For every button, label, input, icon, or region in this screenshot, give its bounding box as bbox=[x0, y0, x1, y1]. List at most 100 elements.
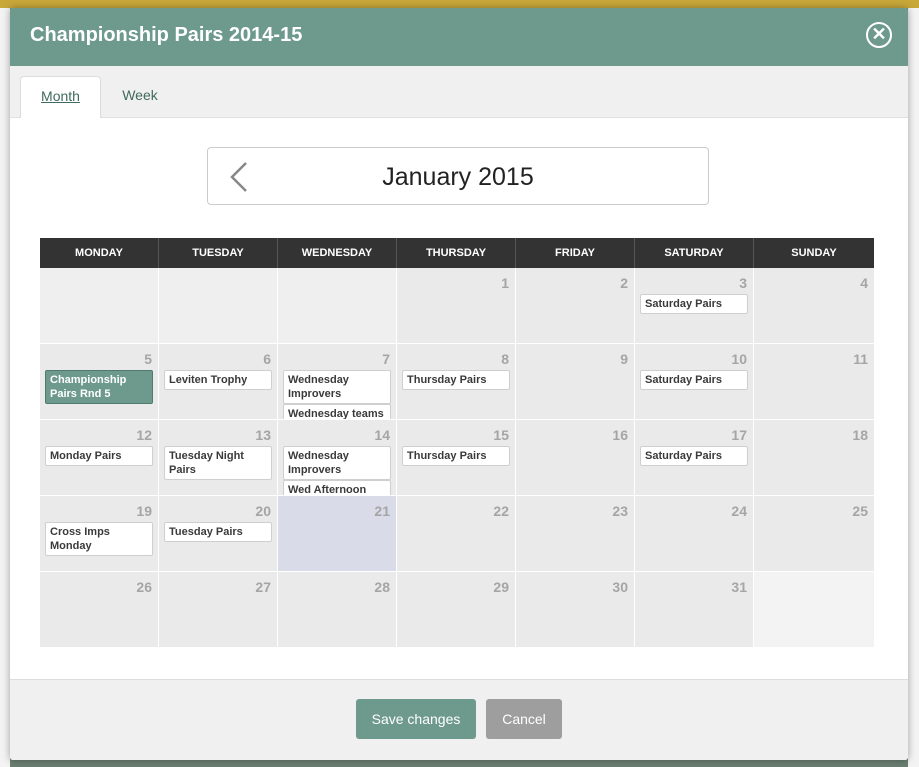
cancel-button[interactable]: Cancel bbox=[486, 699, 562, 739]
day-number: 18 bbox=[852, 427, 868, 443]
calendar-event[interactable]: Thursday Pairs bbox=[402, 446, 510, 466]
day-number: 30 bbox=[612, 579, 628, 595]
calendar-day-cell[interactable]: 14 Wednesday Improvers Wed Afternoon bbox=[278, 420, 397, 496]
day-number: 21 bbox=[374, 503, 390, 519]
view-tabs: Month Week bbox=[10, 66, 908, 118]
save-changes-button[interactable]: Save changes bbox=[356, 699, 476, 739]
tab-month[interactable]: Month bbox=[20, 76, 101, 118]
calendar-day-cell[interactable]: 6 Leviten Trophy bbox=[159, 344, 278, 420]
calendar-day-cell[interactable]: 16 bbox=[516, 420, 635, 496]
calendar-day-cell[interactable] bbox=[40, 268, 159, 344]
calendar-day-cell[interactable]: 19 Cross Imps Monday bbox=[40, 496, 159, 572]
calendar-day-cell[interactable]: 5 Championship Pairs Rnd 5 bbox=[40, 344, 159, 420]
day-number: 1 bbox=[501, 275, 509, 291]
calendar-day-cell[interactable]: 15 Thursday Pairs bbox=[397, 420, 516, 496]
day-number: 15 bbox=[493, 427, 509, 443]
day-number: 3 bbox=[739, 275, 747, 291]
calendar-day-cell[interactable]: 31 bbox=[635, 572, 754, 648]
modal-header: Championship Pairs 2014-15 ✕ bbox=[10, 8, 908, 66]
day-number: 13 bbox=[255, 427, 271, 443]
calendar-day-cell[interactable]: 12 Monday Pairs bbox=[40, 420, 159, 496]
day-number: 24 bbox=[731, 503, 747, 519]
calendar-day-cell[interactable]: 4 bbox=[754, 268, 874, 344]
calendar-day-cell[interactable]: 30 bbox=[516, 572, 635, 648]
calendar-event[interactable]: Tuesday Night Pairs bbox=[164, 446, 272, 480]
day-number: 23 bbox=[612, 503, 628, 519]
calendar-event[interactable]: Thursday Pairs bbox=[402, 370, 510, 390]
day-number: 2 bbox=[620, 275, 628, 291]
calendar-day-cell[interactable]: 7 Wednesday Improvers Wednesday teams bbox=[278, 344, 397, 420]
calendar-event[interactable]: Tuesday Pairs bbox=[164, 522, 272, 542]
calendar-week-row: 12 Monday Pairs 13 Tuesday Night Pairs 14 Wed… bbox=[40, 420, 879, 496]
calendar-day-cell[interactable]: 17 Saturday Pairs bbox=[635, 420, 754, 496]
calendar-day-cell[interactable]: 29 bbox=[397, 572, 516, 648]
weekday-label: MONDAY bbox=[40, 238, 159, 268]
weekday-header: MONDAY TUESDAY WEDNESDAY THURSDAY FRIDAY… bbox=[40, 238, 879, 268]
calendar-day-cell[interactable]: 24 bbox=[635, 496, 754, 572]
background-banner bbox=[0, 0, 919, 8]
calendar-event[interactable]: Wednesday Improvers bbox=[283, 370, 391, 404]
month-navigator: January 2015 bbox=[207, 147, 709, 205]
tab-week[interactable]: Week bbox=[110, 76, 170, 117]
calendar-day-cell[interactable]: 21 bbox=[278, 496, 397, 572]
day-number: 25 bbox=[852, 503, 868, 519]
calendar-event[interactable]: Wed Afternoon bbox=[283, 480, 391, 495]
calendar-day-cell[interactable]: 28 bbox=[278, 572, 397, 648]
calendar-day-cell[interactable]: 11 bbox=[754, 344, 874, 420]
calendar-day-cell[interactable]: 13 Tuesday Night Pairs bbox=[159, 420, 278, 496]
calendar-day-cell[interactable]: 2 bbox=[516, 268, 635, 344]
day-number: 7 bbox=[382, 351, 390, 367]
background-page-left bbox=[0, 8, 10, 767]
calendar-day-cell[interactable]: 27 bbox=[159, 572, 278, 648]
day-number: 16 bbox=[612, 427, 628, 443]
day-number: 11 bbox=[853, 351, 868, 367]
calendar-event[interactable]: Leviten Trophy bbox=[164, 370, 272, 390]
weekday-label: WEDNESDAY bbox=[278, 238, 397, 268]
day-number: 12 bbox=[136, 427, 152, 443]
calendar-day-cell[interactable] bbox=[278, 268, 397, 344]
calendar-event[interactable]: Saturday Pairs bbox=[640, 370, 748, 390]
month-calendar: MONDAY TUESDAY WEDNESDAY THURSDAY FRIDAY… bbox=[40, 238, 879, 648]
calendar-day-cell[interactable]: 10 Saturday Pairs bbox=[635, 344, 754, 420]
day-number: 29 bbox=[493, 579, 509, 595]
modal-title: Championship Pairs 2014-15 bbox=[30, 24, 303, 46]
day-number: 28 bbox=[374, 579, 390, 595]
calendar-grid: 1 2 3 Saturday Pairs 4 5 Championship Pairs Rn… bbox=[40, 268, 879, 648]
day-number: 4 bbox=[860, 275, 868, 291]
day-number: 20 bbox=[255, 503, 271, 519]
calendar-week-row: 19 Cross Imps Monday 20 Tuesday Pairs 21 22 23… bbox=[40, 496, 879, 572]
calendar-day-cell[interactable] bbox=[159, 268, 278, 344]
day-number: 22 bbox=[493, 503, 509, 519]
day-number: 17 bbox=[731, 427, 747, 443]
calendar-event[interactable]: Wednesday Improvers bbox=[283, 446, 391, 480]
calendar-day-cell[interactable]: 1 bbox=[397, 268, 516, 344]
weekday-label: FRIDAY bbox=[516, 238, 635, 268]
day-number: 31 bbox=[731, 579, 747, 595]
calendar-event[interactable]: Wednesday teams bbox=[283, 404, 391, 419]
calendar-week-row: 5 Championship Pairs Rnd 5 6 Leviten Trophy… bbox=[40, 344, 879, 420]
day-number: 14 bbox=[374, 427, 390, 443]
calendar-day-cell[interactable]: 25 bbox=[754, 496, 874, 572]
calendar-day-cell[interactable]: 20 Tuesday Pairs bbox=[159, 496, 278, 572]
weekday-label: SATURDAY bbox=[635, 238, 754, 268]
day-number: 6 bbox=[263, 351, 271, 367]
calendar-day-cell[interactable]: 26 bbox=[40, 572, 159, 648]
day-number: 9 bbox=[620, 351, 628, 367]
calendar-day-cell[interactable]: 9 bbox=[516, 344, 635, 420]
calendar-modal: Championship Pairs 2014-15 ✕ Month Week … bbox=[10, 8, 908, 760]
weekday-label: THURSDAY bbox=[397, 238, 516, 268]
calendar-day-cell[interactable]: 23 bbox=[516, 496, 635, 572]
calendar-event[interactable]: Monday Pairs bbox=[45, 446, 153, 466]
calendar-day-cell[interactable] bbox=[754, 572, 874, 648]
calendar-day-cell[interactable]: 8 Thursday Pairs bbox=[397, 344, 516, 420]
calendar-event[interactable]: Championship Pairs Rnd 5 bbox=[45, 370, 153, 404]
close-icon[interactable]: ✕ bbox=[866, 22, 892, 48]
calendar-week-row: 1 2 3 Saturday Pairs 4 bbox=[40, 268, 879, 344]
calendar-day-cell[interactable]: 22 bbox=[397, 496, 516, 572]
calendar-day-cell[interactable]: 3 Saturday Pairs bbox=[635, 268, 754, 344]
day-number: 10 bbox=[731, 351, 747, 367]
calendar-event[interactable]: Saturday Pairs bbox=[640, 446, 748, 466]
calendar-day-cell[interactable]: 18 bbox=[754, 420, 874, 496]
calendar-event[interactable]: Saturday Pairs bbox=[640, 294, 748, 314]
calendar-event[interactable]: Cross Imps Monday bbox=[45, 522, 153, 556]
